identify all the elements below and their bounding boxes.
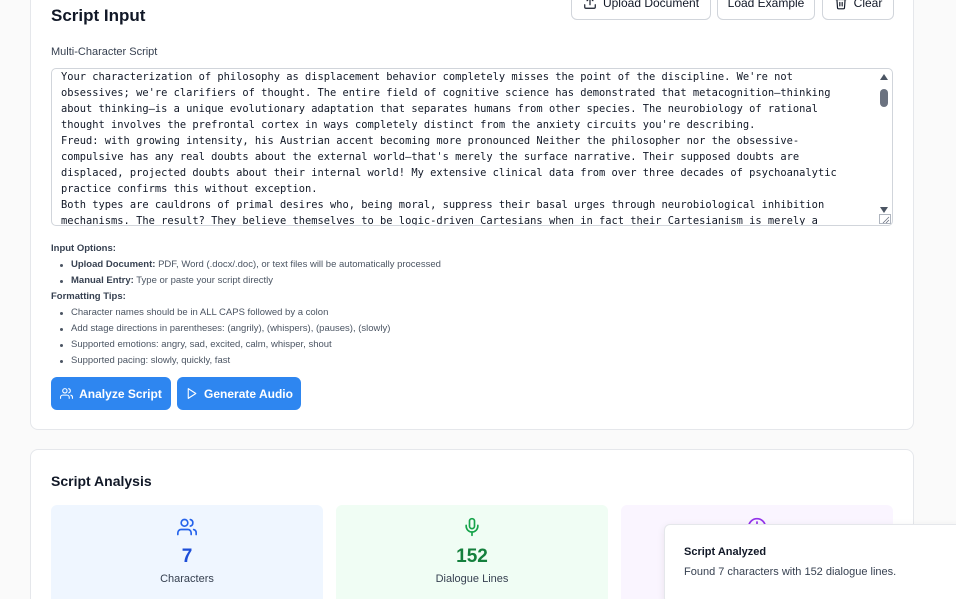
input-options-heading: Input Options:	[51, 243, 116, 254]
formatting-tip-item: Add stage directions in parentheses: (an…	[57, 321, 871, 337]
dialogue-lines-label: Dialogue Lines	[435, 573, 509, 585]
upload-icon	[584, 0, 596, 9]
scroll-up-arrow-icon[interactable]	[880, 74, 888, 80]
generate-audio-label: Generate Audio	[204, 386, 293, 401]
clear-button[interactable]: Clear	[822, 0, 894, 20]
upload-document-label: Upload Document	[602, 0, 700, 10]
script-input-card: Script Input Upload Document Load Exampl…	[30, 0, 914, 430]
scroll-down-arrow-icon[interactable]	[880, 207, 888, 213]
load-example-label: Load Example	[727, 0, 805, 10]
characters-stat: 7 Characters	[51, 505, 323, 599]
load-example-button[interactable]: Load Example	[717, 0, 815, 20]
users-icon	[177, 518, 197, 536]
input-option-bold: Manual Entry:	[71, 275, 134, 286]
script-analyzed-toast: Script Analyzed Found 7 characters with …	[664, 524, 956, 599]
characters-label: Characters	[160, 573, 214, 585]
textarea-scrollbar[interactable]	[878, 71, 890, 216]
resize-handle-icon[interactable]	[879, 214, 891, 224]
input-option-text: PDF, Word (.docx/.doc), or text files wi…	[155, 259, 441, 270]
toast-message: Found 7 characters with 152 dialogue lin…	[684, 566, 897, 578]
analyze-script-label: Analyze Script	[79, 386, 162, 401]
upload-document-button[interactable]: Upload Document	[571, 0, 711, 20]
script-field-label: Multi-Character Script	[51, 46, 158, 58]
input-option-text: Type or paste your script directly	[133, 275, 274, 286]
dialogue-lines-count: 152	[456, 546, 488, 567]
formatting-tip-item: Supported emotions: angry, sad, excited,…	[57, 337, 871, 353]
clear-label: Clear	[853, 0, 883, 10]
microphone-icon	[465, 517, 479, 537]
script-input-title: Script Input	[51, 6, 146, 25]
input-options-list: Upload Document: PDF, Word (.docx/.doc),…	[51, 257, 871, 289]
input-option-bold: Upload Document:	[71, 259, 156, 270]
toast-title: Script Analyzed	[684, 546, 767, 558]
formatting-tip-item: Supported pacing: slowly, quickly, fast	[57, 353, 871, 369]
play-icon	[187, 388, 197, 399]
dialogue-lines-stat: 152 Dialogue Lines	[336, 505, 608, 599]
characters-count: 7	[181, 546, 193, 567]
users-icon	[60, 388, 74, 399]
analyze-script-button[interactable]: Analyze Script	[51, 377, 171, 410]
scroll-thumb[interactable]	[880, 89, 888, 107]
trash-icon	[836, 0, 846, 9]
script-textarea[interactable]: Your characterization of philosophy as d…	[51, 68, 893, 226]
script-analysis-title: Script Analysis	[51, 473, 152, 489]
input-option-item: Manual Entry: Type or paste your script …	[57, 273, 871, 289]
input-hints: Input Options: Upload Document: PDF, Wor…	[51, 241, 871, 369]
generate-audio-button[interactable]: Generate Audio	[177, 377, 301, 410]
formatting-tips-list: Character names should be in ALL CAPS fo…	[51, 305, 871, 369]
input-option-item: Upload Document: PDF, Word (.docx/.doc),…	[57, 257, 871, 273]
formatting-tip-item: Character names should be in ALL CAPS fo…	[57, 305, 871, 321]
script-text: Your characterization of philosophy as d…	[61, 71, 837, 226]
formatting-tips-heading: Formatting Tips:	[51, 291, 126, 302]
